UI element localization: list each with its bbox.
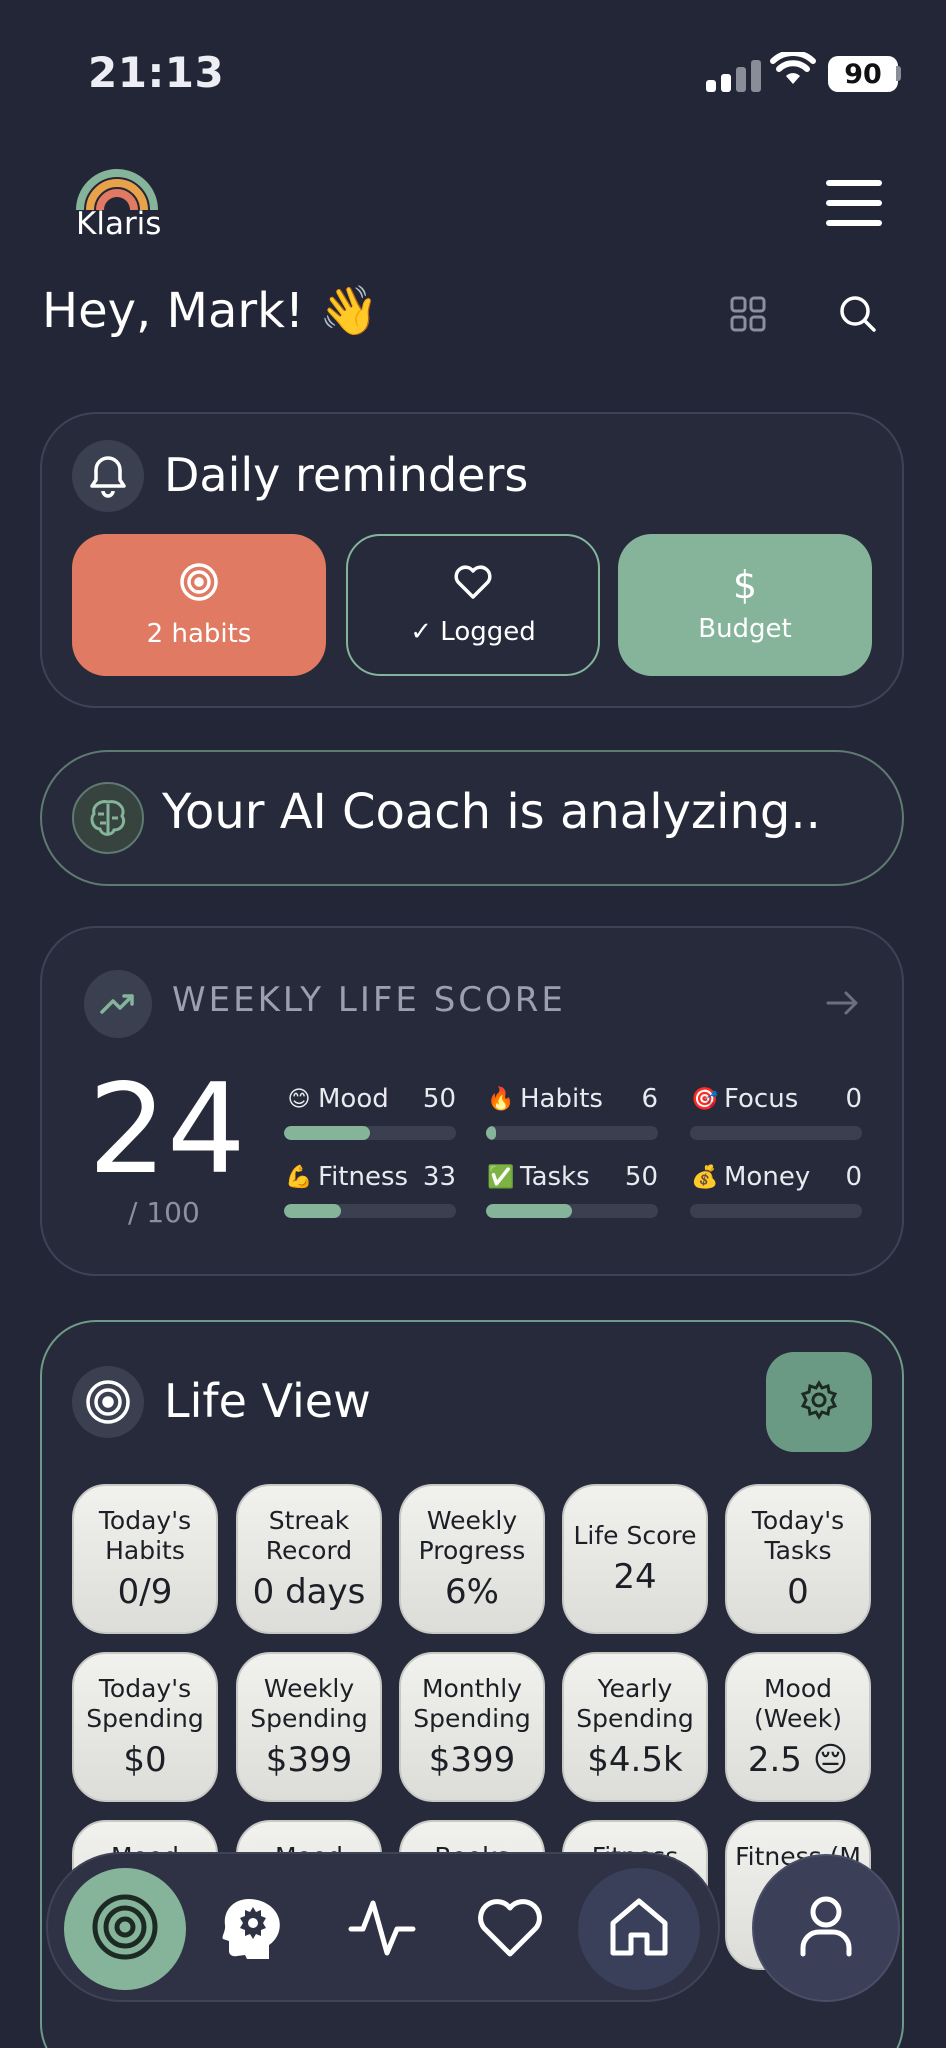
logo-text: Klaris [76, 206, 162, 242]
tile-value: 0/9 [117, 1572, 173, 1612]
life-view-tile[interactable]: Today's Habits 0/9 [72, 1484, 218, 1634]
tile-value: $399 [428, 1740, 516, 1780]
metric-habits: 🔥 Habits 6 [486, 1084, 658, 1140]
life-view-tile[interactable]: Streak Record 0 days [236, 1484, 382, 1634]
tile-value: 0 [787, 1572, 809, 1612]
weekly-score-value: 24 [88, 1058, 246, 1202]
dart-emoji-icon: 🎯 [691, 1086, 719, 1112]
life-view-tile[interactable]: Weekly Spending $399 [236, 1652, 382, 1802]
heart-icon [453, 564, 493, 607]
user-icon [798, 1894, 854, 1962]
battery-indicator: 90 [828, 56, 898, 92]
target-icon [179, 562, 219, 609]
muscle-emoji-icon: 💪 [285, 1164, 313, 1190]
trending-up-icon [84, 970, 152, 1038]
fire-emoji-icon: 🔥 [487, 1086, 515, 1112]
metric-money: 💰 Money 0 [690, 1162, 862, 1218]
life-view-tile[interactable]: Mood (Week) 2.5 😔 [725, 1652, 871, 1802]
grid-view-icon[interactable] [730, 296, 766, 336]
target-icon [72, 1366, 144, 1438]
nav-home-tab[interactable] [578, 1868, 700, 1990]
tile-value: $399 [265, 1740, 353, 1780]
dollar-icon: $ [732, 563, 758, 607]
metric-fitness: 💪 Fitness 33 [284, 1162, 456, 1218]
bell-icon [72, 440, 144, 512]
tile-label: Streak Record [265, 1506, 353, 1565]
habits-reminder-button[interactable]: 2 habits [72, 534, 326, 676]
tile-label: Weekly Spending [250, 1674, 368, 1733]
nav-activity-tab[interactable] [340, 1888, 424, 1972]
tile-label: Today's Habits [98, 1506, 192, 1565]
habits-reminder-label: 2 habits [146, 618, 252, 649]
nav-goals-tab[interactable] [64, 1868, 186, 1990]
tile-label: Weekly Progress [418, 1506, 526, 1565]
life-view-title: Life View [164, 1374, 371, 1428]
search-icon[interactable] [838, 294, 878, 338]
life-view-tile[interactable]: Today's Tasks 0 [725, 1484, 871, 1634]
life-view-tile[interactable]: Life Score 24 [562, 1484, 708, 1634]
greeting: Hey, Mark! 👋 [42, 283, 380, 339]
nav-ai-coach-tab[interactable] [212, 1888, 296, 1972]
status-time: 21:13 [88, 48, 225, 97]
menu-button[interactable] [826, 180, 882, 226]
life-view-tile[interactable]: Monthly Spending $399 [399, 1652, 545, 1802]
weekly-score-max: / 100 [128, 1196, 200, 1229]
progress-bar-fill [284, 1204, 341, 1218]
metric-tasks: ✅ Tasks 50 [486, 1162, 658, 1218]
reminders-title: Daily reminders [164, 448, 529, 502]
coach-status-text: Your AI Coach is analyzing.. [162, 784, 821, 840]
tile-value: 6% [445, 1572, 499, 1612]
tile-label: Today's Spending [86, 1674, 204, 1733]
tile-value: $4.5k [587, 1740, 683, 1780]
nav-health-tab[interactable] [468, 1888, 552, 1972]
tile-label: Life Score [573, 1521, 697, 1550]
brain-icon [72, 782, 144, 854]
arrow-right-icon[interactable] [826, 990, 860, 1020]
money-bag-emoji-icon: 💰 [691, 1164, 719, 1190]
logged-label: ✓ Logged [410, 616, 536, 647]
home-icon [607, 1895, 671, 1963]
heart-icon [476, 1898, 544, 1962]
tile-label: Yearly Spending [576, 1674, 694, 1733]
progress-bar-fill [284, 1126, 370, 1140]
life-view-tile[interactable]: Weekly Progress 6% [399, 1484, 545, 1634]
budget-label: Budget [698, 614, 792, 644]
life-view-settings-button[interactable] [766, 1352, 872, 1452]
activity-icon [347, 1897, 417, 1963]
profile-button[interactable] [752, 1854, 900, 2002]
budget-button[interactable]: $ Budget [618, 534, 872, 676]
tile-value: 2.5 😔 [747, 1740, 849, 1780]
weekly-score-title: WEEKLY LIFE SCORE [172, 980, 566, 1020]
mood-logged-button[interactable]: ✓ Logged [346, 534, 600, 676]
cellular-signal-icon [706, 60, 761, 92]
tile-label: Mood (Week) [753, 1674, 842, 1733]
progress-bar-fill [486, 1204, 572, 1218]
battery-tip [896, 66, 901, 81]
gear-icon [799, 1380, 839, 1424]
tile-value: 24 [613, 1557, 657, 1597]
wifi-icon [770, 50, 816, 90]
progress-bar-fill [486, 1126, 497, 1140]
tile-label: Today's Tasks [751, 1506, 845, 1565]
tile-value: $0 [123, 1740, 167, 1780]
tile-label: Monthly Spending [413, 1674, 531, 1733]
metric-focus: 🎯 Focus 0 [690, 1084, 862, 1140]
metric-mood: 😊 Mood 50 [284, 1084, 456, 1140]
tile-value: 0 days [252, 1572, 366, 1612]
brain-gear-icon [219, 1895, 289, 1965]
life-view-tile[interactable]: Yearly Spending $4.5k [562, 1652, 708, 1802]
smile-emoji-icon: 😊 [287, 1086, 311, 1112]
target-icon [90, 1892, 160, 1966]
check-emoji-icon: ✅ [487, 1164, 515, 1190]
life-view-tile[interactable]: Today's Spending $0 [72, 1652, 218, 1802]
